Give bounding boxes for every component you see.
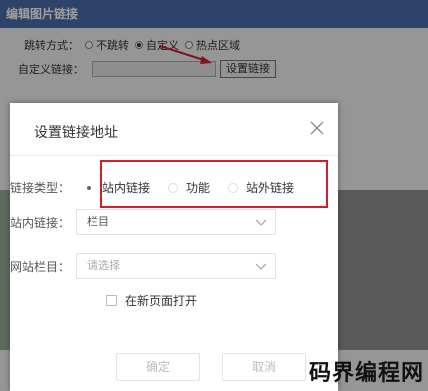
cancel-button[interactable]: 取消 [222, 353, 306, 381]
link-type-label: 链接类型： [10, 181, 71, 195]
link-settings-modal: 设置链接地址 链接类型： 站内链接 功能 站外链接 站内链接： 栏目 网站栏目：… [10, 103, 338, 391]
site-column-select[interactable]: 请选择 [76, 253, 276, 279]
chevron-down-icon [255, 219, 267, 226]
chevron-down-icon [255, 263, 267, 270]
close-icon[interactable] [310, 121, 324, 135]
modal-header: 设置链接地址 [10, 103, 338, 156]
new-window-label: 在新页面打开 [125, 294, 198, 308]
confirm-button[interactable]: 确定 [116, 353, 200, 381]
new-window-row: 在新页面打开 [106, 292, 197, 309]
new-window-checkbox[interactable] [106, 295, 117, 306]
site-link-label: 站内链接： [10, 215, 71, 230]
background-image-right [338, 190, 428, 350]
background-image-left [0, 190, 10, 350]
modal-title: 设置链接地址 [34, 125, 118, 141]
radio-selected-icon [84, 182, 94, 193]
site-link-row: 站内链接： 栏目 [10, 209, 276, 235]
site-column-label: 网站栏目： [10, 259, 71, 274]
highlight-annotation [100, 160, 328, 208]
site-link-select[interactable]: 栏目 [76, 209, 276, 235]
watermark: 码界编程网 [308, 361, 424, 386]
site-column-row: 网站栏目： 请选择 [10, 253, 276, 279]
